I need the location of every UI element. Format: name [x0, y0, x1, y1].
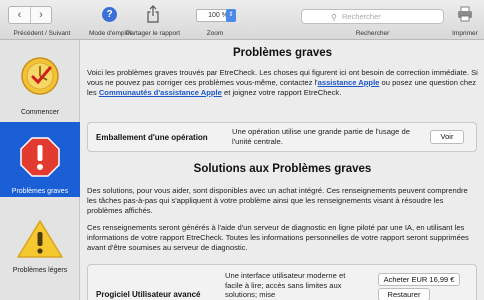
printer-icon [458, 6, 472, 22]
product-card: Progiciel Utilisateur avancé Une interfa… [87, 264, 477, 300]
product-description: Une interface utilisateur moderne et fac… [225, 271, 346, 299]
stepper-arrows-icon: ⇕ [226, 9, 236, 22]
sidebar-item-problemes-graves[interactable]: Problèmes graves [0, 122, 80, 197]
zoom-value: 100 % [208, 12, 228, 19]
solutions-paragraph-1: Des solutions, pour vous aider, sont dis… [87, 186, 468, 215]
sidebar-item-problemes-legers[interactable]: Problèmes légers [0, 197, 80, 274]
view-button[interactable]: Voir [430, 130, 464, 144]
toolbar: ‹ › Précédent / Suivant ? Mode d'emploi … [0, 0, 484, 40]
help-icon: ? [102, 7, 117, 22]
issue-title: Emballement d'une opération [96, 133, 208, 142]
share-label: Partager le rapport [125, 30, 181, 37]
chevron-left-icon: ‹ [17, 9, 22, 21]
search-input[interactable]: ⚲ Rechercher [301, 9, 444, 24]
search-icon: ⚲ [331, 13, 337, 22]
solutions-paragraph-2: Ces renseignements seront générés à l'ai… [87, 223, 469, 252]
sidebar-item-commencer[interactable]: Commencer [0, 46, 80, 121]
stop-warning-icon [20, 137, 60, 177]
apple-community-link[interactable]: Communautés d'assistance Apple [99, 88, 222, 97]
buy-button[interactable]: Acheter EUR 16,99 € [378, 273, 460, 286]
clock-icon [21, 57, 59, 95]
main-content: Problèmes graves Voici les problèmes gra… [81, 40, 484, 300]
intro-paragraph: Voici les problèmes graves trouvés par E… [87, 68, 479, 98]
share-button[interactable]: Partager le rapport [120, 0, 186, 40]
sidebar-item-label: Problèmes graves [11, 188, 69, 195]
search-label: Rechercher [355, 30, 390, 37]
share-icon [147, 5, 159, 23]
issue-description: Une opération utilise une grande partie … [232, 127, 410, 146]
sidebar-item-label: Problèmes légers [12, 267, 68, 274]
apple-support-link[interactable]: assistance Apple [318, 78, 380, 87]
zoom-select[interactable]: 100 % ⇕ [196, 9, 236, 22]
caution-triangle-icon [17, 220, 63, 258]
sidebar: Commencer Problèmes graves Problèmes lég… [0, 40, 80, 300]
print-button[interactable]: Imprimer [446, 0, 484, 40]
nav-label: Précédent / Suivant [13, 30, 71, 37]
restore-button[interactable]: Restaurer [378, 288, 430, 300]
nav-group: ‹ › Précédent / Suivant [0, 0, 84, 40]
product-title: Progiciel Utilisateur avancé [96, 290, 201, 299]
zoom-group: 100 % ⇕ Zoom [192, 0, 238, 40]
print-label: Imprimer [452, 30, 478, 37]
sidebar-item-label: Commencer [20, 109, 60, 116]
zoom-label: Zoom [206, 30, 224, 37]
back-button[interactable]: ‹ [9, 7, 30, 23]
section-title-solutions: Solutions aux Problèmes graves [193, 163, 372, 175]
nav-segmented: ‹ › [8, 6, 52, 24]
issue-card: Emballement d'une opération Une opératio… [87, 122, 477, 152]
search-placeholder: Rechercher [342, 12, 381, 21]
section-title-problemes-graves: Problèmes graves [232, 47, 333, 59]
intro-text-3: et joignez votre rapport EtreCheck. [221, 88, 342, 97]
chevron-right-icon: › [39, 9, 43, 21]
forward-button[interactable]: › [30, 7, 51, 23]
